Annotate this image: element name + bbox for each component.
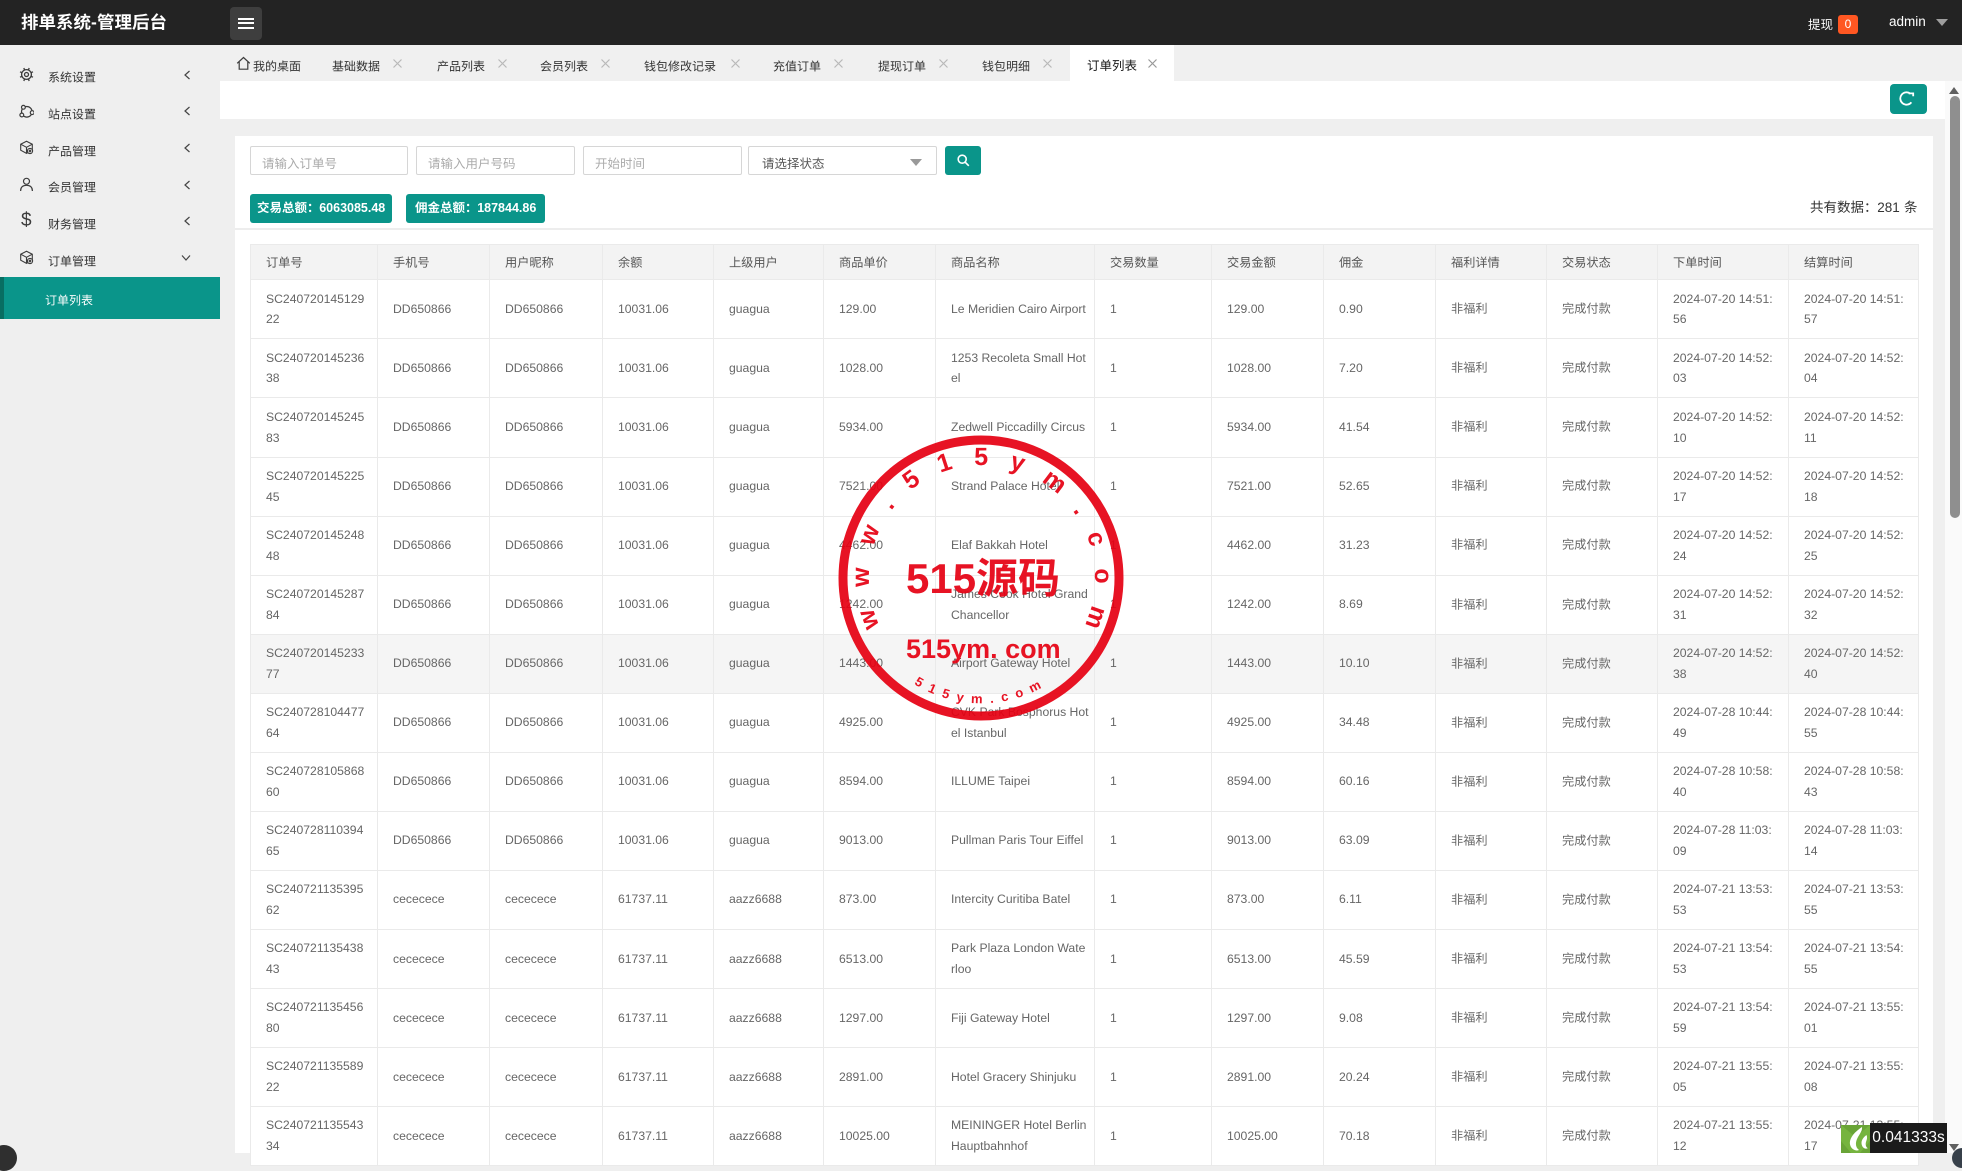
svg-text:5 1 5 y m . c o m: 5 1 5 y m . c o m (912, 674, 1043, 707)
